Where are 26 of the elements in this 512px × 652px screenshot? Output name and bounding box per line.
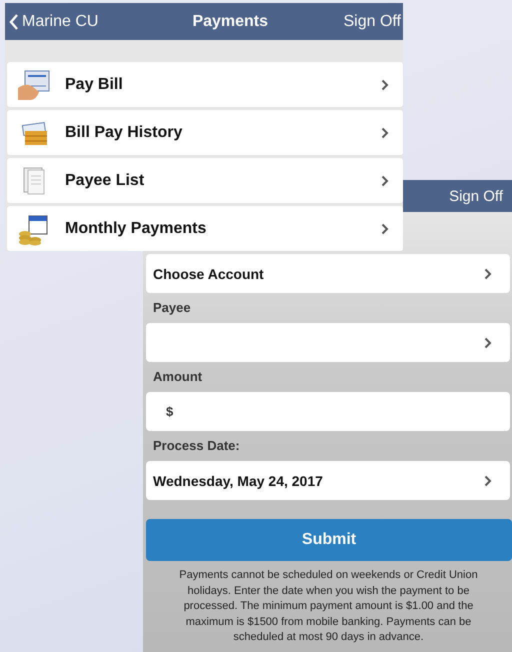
field-label: Process Date: bbox=[152, 437, 241, 455]
menu-item[interactable]: Bill Pay History bbox=[7, 110, 403, 155]
sign-off-button[interactable]: Sign Off bbox=[343, 12, 401, 30]
sign-off-button[interactable]: Sign Off bbox=[449, 188, 503, 204]
chevron-icon bbox=[381, 126, 389, 138]
chevron-icon bbox=[484, 268, 492, 280]
field-label: Payee bbox=[152, 299, 192, 317]
info-text: Payments cannot be scheduled on weekends or Credit Union holidays. Enter the date when you wish the payment to be processed. The minimum payment amount is $1.00 and the maximum is $1500 from mobile banking. Payments can be scheduled at most 90 days in advance. bbox=[178, 568, 479, 645]
menu-item[interactable]: Monthly Payments bbox=[7, 206, 403, 251]
back-button[interactable]: Marine CU bbox=[9, 12, 129, 30]
select-field[interactable]: Choose Account bbox=[146, 254, 510, 293]
hand-card-icon bbox=[17, 68, 51, 102]
menu-item[interactable]: Payee List bbox=[7, 158, 403, 203]
menu-item[interactable]: Pay Bill bbox=[7, 62, 403, 107]
chevron-icon bbox=[381, 78, 389, 90]
chevron-icon bbox=[484, 474, 492, 486]
back-chevron-icon bbox=[9, 14, 19, 30]
amount-field[interactable]: $ bbox=[146, 392, 510, 431]
field-label: Amount bbox=[152, 368, 204, 386]
select-field[interactable]: Wednesday, May 24, 2017 bbox=[146, 461, 510, 500]
chevron-icon bbox=[381, 222, 389, 234]
select-field[interactable] bbox=[146, 323, 510, 362]
chevron-icon bbox=[381, 174, 389, 186]
chevron-icon bbox=[484, 336, 492, 348]
submit-button[interactable]: Submit bbox=[146, 519, 512, 561]
nav-title: Payments bbox=[191, 12, 270, 30]
